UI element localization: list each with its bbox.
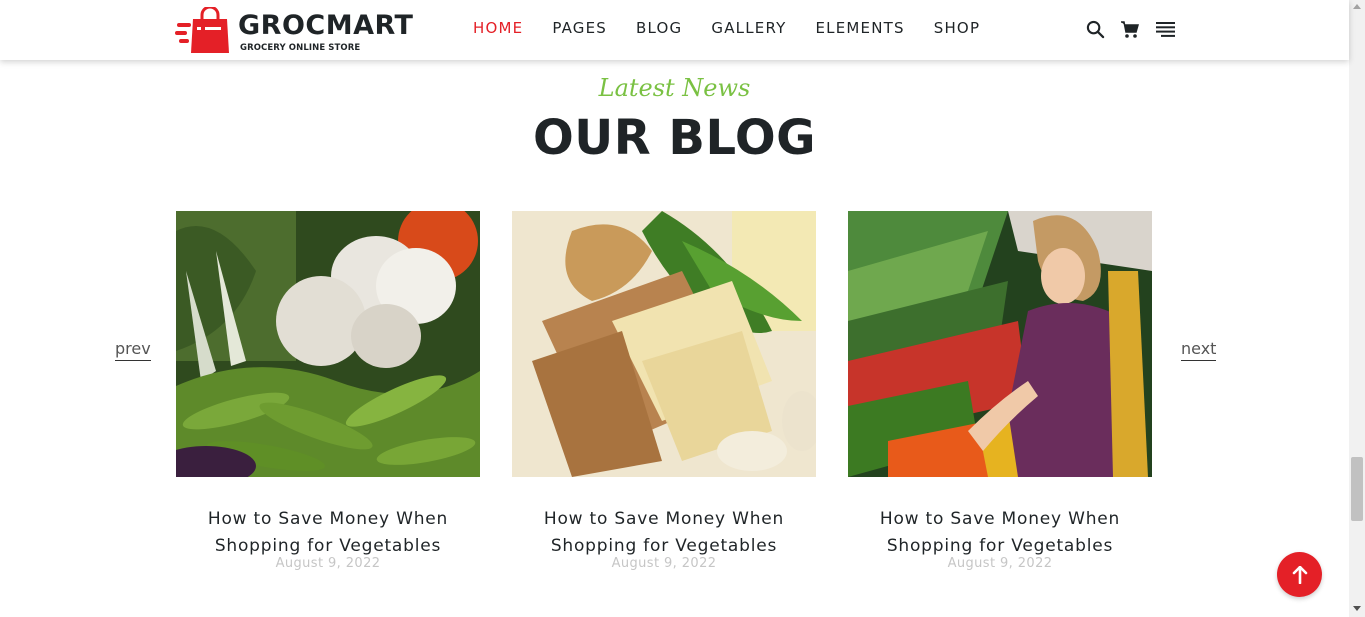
arrow-up-icon [1292, 565, 1307, 584]
shopping-bag-logo-icon [175, 7, 229, 53]
nav-item-shop[interactable]: SHOP [934, 19, 980, 37]
carousel-next-link[interactable]: next [1181, 339, 1217, 361]
logo[interactable]: GROCMART GROCERY ONLINE STORE [175, 7, 413, 55]
post-title[interactable]: How to Save Money When Shopping for Vege… [512, 506, 816, 560]
section-title: OUR BLOG [532, 110, 817, 166]
nav-item-gallery[interactable]: GALLERY [711, 19, 786, 37]
scroll-down-arrow-icon[interactable] [1353, 606, 1361, 611]
menu-icon[interactable] [1154, 18, 1176, 40]
scroll-up-arrow-icon[interactable] [1353, 4, 1361, 9]
nav-item-home[interactable]: HOME [473, 19, 523, 37]
nav-item-pages[interactable]: PAGES [552, 19, 607, 37]
brand-tagline: GROCERY ONLINE STORE [240, 43, 361, 53]
main-nav: HOME PAGES BLOG GALLERY ELEMENTS SHOP [473, 19, 1009, 37]
section-eyebrow: Latest News [598, 74, 751, 102]
post-image[interactable] [176, 211, 480, 477]
nav-item-elements[interactable]: ELEMENTS [815, 19, 904, 37]
carousel-prev-link[interactable]: prev [115, 339, 151, 361]
blog-card[interactable]: How to Save Money When Shopping for Vege… [176, 211, 480, 571]
blog-card[interactable]: How to Save Money When Shopping for Vege… [848, 211, 1152, 571]
post-image[interactable] [848, 211, 1152, 477]
back-to-top-button[interactable] [1277, 552, 1322, 597]
brand-name: GROCMART [238, 10, 414, 41]
cart-icon[interactable] [1119, 18, 1141, 40]
header-icons [1084, 18, 1189, 40]
site-header: GROCMART GROCERY ONLINE STORE HOME PAGES… [0, 0, 1349, 60]
post-title[interactable]: How to Save Money When Shopping for Vege… [848, 506, 1152, 560]
nav-item-blog[interactable]: BLOG [636, 19, 682, 37]
post-image[interactable] [512, 211, 816, 477]
post-title[interactable]: How to Save Money When Shopping for Vege… [176, 506, 480, 560]
search-icon[interactable] [1084, 18, 1106, 40]
scroll-thumb[interactable] [1351, 457, 1363, 521]
page-scrollbar[interactable] [1349, 0, 1365, 617]
blog-card[interactable]: How to Save Money When Shopping for Vege… [512, 211, 816, 571]
